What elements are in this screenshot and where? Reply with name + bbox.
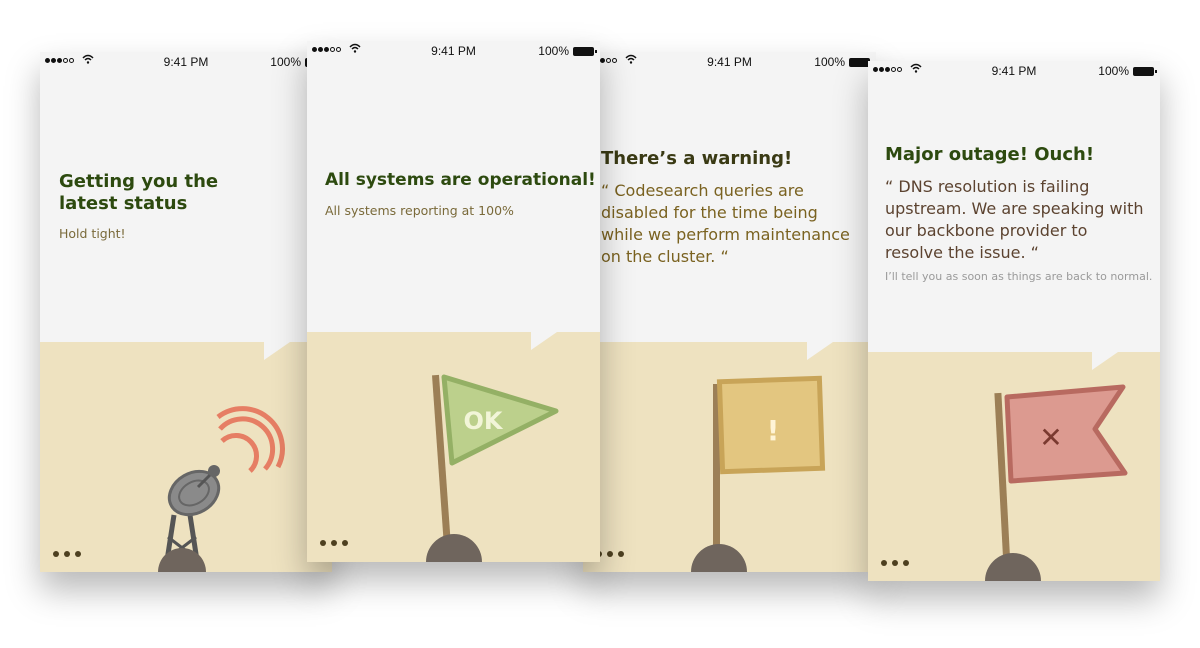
battery-percent: 100% — [814, 55, 845, 69]
screen-title: Getting you the latest status — [59, 171, 219, 214]
page-dots-icon[interactable] — [320, 540, 348, 546]
error-flag-label: ✕ — [1039, 421, 1062, 454]
screen-operational: 9:41 PM 100% All systems are operational… — [307, 41, 600, 562]
battery-icon — [573, 46, 597, 56]
ok-flag-label: OK — [464, 407, 504, 435]
speech-bubble-tail — [264, 342, 290, 360]
screen-subtitle: All systems reporting at 100% — [325, 203, 514, 218]
speech-bubble-tail — [1092, 352, 1118, 370]
battery-icon — [1133, 66, 1157, 76]
screen-title: All systems are operational! — [325, 170, 596, 190]
satellite-dish-icon — [158, 406, 285, 572]
screen-subtitle: Hold tight! — [59, 226, 126, 241]
status-bar: 9:41 PM 100% — [868, 61, 1160, 79]
page-dots-icon[interactable] — [596, 551, 624, 557]
screen-loading: 9:41 PM 100% Getting you the latest stat… — [40, 52, 332, 572]
battery-percent: 100% — [538, 44, 569, 58]
page-dots-icon[interactable] — [53, 551, 81, 557]
speech-bubble-tail — [531, 332, 557, 350]
battery-icon — [849, 57, 873, 67]
screen-outage: 9:41 PM 100% Major outage! Ouch! “ DNS r… — [868, 61, 1160, 581]
speech-bubble-tail — [807, 342, 833, 360]
page-dots-icon[interactable] — [881, 560, 909, 566]
warning-flag-label: ! — [767, 414, 780, 447]
warning-flag-icon: ! — [691, 375, 826, 572]
status-bar: 9:41 PM 100% — [583, 52, 876, 70]
status-message: “ Codesearch queries are disabled for th… — [601, 181, 850, 266]
ok-flag-icon: OK — [426, 374, 559, 562]
status-bar: 9:41 PM 100% — [40, 52, 332, 70]
status-message: “ DNS resolution is failing upstream. We… — [885, 177, 1144, 262]
screen-warning: 9:41 PM 100% There’s a warning! “ Codese… — [583, 52, 876, 572]
screen-title: Major outage! Ouch! — [885, 144, 1095, 165]
battery-percent: 100% — [270, 55, 301, 69]
status-bar: 9:41 PM 100% — [307, 41, 600, 59]
status-note: I’ll tell you as soon as things are back… — [885, 270, 1153, 283]
screen-title: There’s a warning! — [601, 148, 793, 169]
battery-percent: 100% — [1098, 64, 1129, 78]
error-flag-icon: ✕ — [985, 384, 1128, 581]
